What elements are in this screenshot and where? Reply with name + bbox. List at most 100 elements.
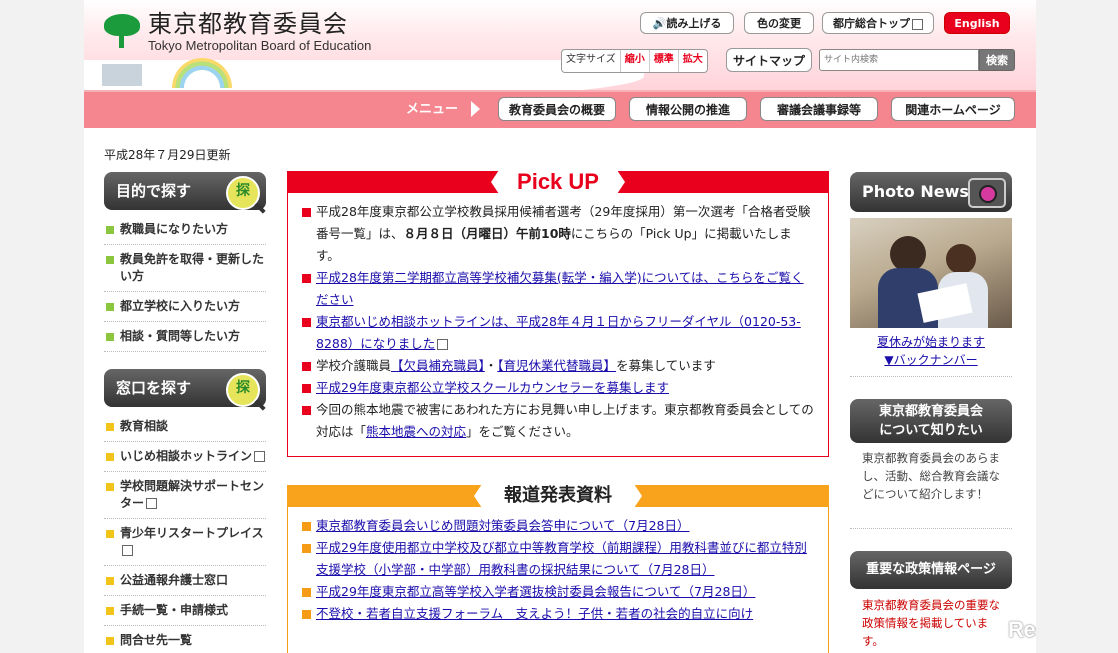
divider <box>850 528 1012 529</box>
list-item: 平成29年度東京都公立学校スクールカウンセラーを募集します <box>300 377 815 399</box>
external-link-icon <box>146 498 158 509</box>
resemom-watermark: ReseMom <box>1008 617 1036 642</box>
photo-news-title: Photo News <box>862 182 969 201</box>
list-item[interactable]: 相談・質問等したい方 <box>104 322 266 352</box>
press-list: 東京都教育委員会いじめ問題対策委員会答申について（7月28日） 平成29年度使用… <box>300 515 815 625</box>
site-search: 検索 <box>819 49 1015 71</box>
divider <box>850 376 1012 377</box>
rainbow-icon <box>172 58 232 88</box>
pickup-box: Pick UP 平成28年度東京都公立学校教員採用候補者選考（29年度採用）第一… <box>287 167 829 457</box>
site-header: 東京都教育委員会 Tokyo Metropolitan Board of Edu… <box>84 0 1036 100</box>
font-size-label: 文字サイズ <box>566 54 616 65</box>
purpose-search-heading: 目的で探す 探 <box>104 172 266 214</box>
magnifier-handle <box>254 202 266 214</box>
list-item: 平成28年度第二学期都立高等学校補欠募集(転学・編入学)については、こちらをご覧… <box>300 267 815 311</box>
back-number-label: ▼バックナンバー <box>884 353 978 367</box>
list-item: 平成29年度使用都立中学校及び都立中等教育学校（前期課程）用教科書並びに都立特別… <box>300 537 815 581</box>
external-link-icon <box>122 545 133 556</box>
building-icon <box>102 64 142 86</box>
pickup-link-childcare[interactable]: 【育児休業代替職員】 <box>497 358 616 373</box>
photo-caption-link[interactable]: 夏休みが始まります <box>850 333 1012 351</box>
purpose-list: 教職員になりたい方 教員免許を取得・更新したい方 都立学校に入りたい方 相談・質… <box>104 215 266 352</box>
list-item[interactable]: 青少年リスタートプレイス <box>104 519 266 566</box>
list-item-label: 学校問題解決サポートセンター <box>120 479 265 510</box>
photo-caption-label: 夏休みが始まります <box>876 335 985 349</box>
list-item[interactable]: 教員免許を取得・更新したい方 <box>104 245 266 292</box>
read-aloud-label: 読み上げる <box>666 17 722 30</box>
camera-icon <box>968 178 1006 208</box>
tocho-top-button[interactable]: 都庁総合トップ <box>822 12 934 34</box>
pickup-link-counselor[interactable]: 平成29年度東京都公立学校スクールカウンセラーを募集します <box>316 380 669 395</box>
window-search-heading: 窓口を探す 探 <box>104 369 266 411</box>
press-link[interactable]: 平成29年度東京都立高等学校入学者選抜検討委員会報告について（7月28日） <box>316 584 755 599</box>
external-link-icon <box>254 451 266 462</box>
policy-info-text: 東京都教育委員会の重要な政策情報を掲載しています。 <box>862 598 1000 648</box>
nav-menu-label: メニュー <box>406 102 459 117</box>
search-button[interactable]: 検索 <box>979 49 1015 71</box>
list-item-label: 青少年リスタートプレイス <box>120 526 264 540</box>
list-item[interactable]: 教育相談 <box>104 412 266 442</box>
main-nav: メニュー 教育委員会の概要 情報公開の推進 審議会議事録等 関連ホームページ <box>84 90 1036 128</box>
photo-news-image[interactable] <box>850 218 1012 328</box>
list-item: 東京都いじめ相談ホットラインは、平成28年４月１日からフリーダイヤル（0120-… <box>300 311 815 355</box>
search-input[interactable] <box>819 49 979 71</box>
nav-item-minutes[interactable]: 審議会議事録等 <box>760 97 878 121</box>
about-board-title-2: について知りたい <box>879 423 983 438</box>
logo-en: Tokyo Metropolitan Board of Education <box>148 38 372 53</box>
list-item[interactable]: 公益通報弁護士窓口 <box>104 566 266 596</box>
about-board-button[interactable]: 東京都教育委員会 について知りたい <box>850 399 1012 443</box>
ginkgo-logo-icon <box>102 10 142 50</box>
pickup-text: を募集しています <box>616 358 716 373</box>
list-item[interactable]: 教職員になりたい方 <box>104 215 266 245</box>
english-button[interactable]: English <box>944 12 1010 34</box>
color-change-button[interactable]: 色の変更 <box>744 12 814 34</box>
list-item: 不登校・若者自立支援フォーラム 支えよう！子供・若者の社会的自立に向け <box>300 603 815 625</box>
press-link[interactable]: 平成29年度使用都立中学校及び都立中等教育学校（前期課程）用教科書並びに都立特別… <box>316 540 807 577</box>
font-size-large-button[interactable]: 拡大 <box>677 50 707 72</box>
site-logo[interactable]: 東京都教育委員会 Tokyo Metropolitan Board of Edu… <box>102 10 371 54</box>
window-search-title: 窓口を探す <box>116 379 192 397</box>
font-size-controls: 文字サイズ 縮小 標準 拡大 <box>561 49 708 73</box>
speaker-icon: 🔊 <box>652 17 667 30</box>
policy-info-button[interactable]: 重要な政策情報ページ <box>850 551 1012 589</box>
list-item[interactable]: いじめ相談ホットライン <box>104 442 266 472</box>
read-aloud-button[interactable]: 🔊読み上げる <box>640 12 734 34</box>
pickup-title: Pick UP <box>491 167 625 197</box>
font-size-standard-button[interactable]: 標準 <box>648 50 678 72</box>
list-item[interactable]: 都立学校に入りたい方 <box>104 292 266 322</box>
pickup-link-hotline[interactable]: 東京都いじめ相談ホットラインは、平成28年４月１日からフリーダイヤル（0120-… <box>316 314 801 351</box>
nav-item-related[interactable]: 関連ホームページ <box>891 97 1015 121</box>
list-item: 今回の熊本地震で被害にあわれた方にお見舞い申し上げます。東京都教育委員会としての… <box>300 399 815 443</box>
about-board-title-1: 東京都教育委員会 <box>878 404 983 419</box>
pickup-bold-date: ８月８日（月曜日）午前10時 <box>403 226 571 241</box>
list-item[interactable]: 学校問題解決サポートセンター <box>104 472 266 519</box>
list-item-label: いじめ相談ホットライン <box>120 449 253 463</box>
font-size-small-button[interactable]: 縮小 <box>619 50 649 72</box>
list-item[interactable]: 手続一覧・申請様式 <box>104 596 266 626</box>
external-link-icon <box>912 18 923 30</box>
nav-item-disclosure[interactable]: 情報公開の推進 <box>629 97 747 121</box>
back-number-link[interactable]: ▼バックナンバー <box>850 351 1012 369</box>
logo-jp: 東京都教育委員会 <box>148 10 348 38</box>
magnifier-handle <box>254 399 266 411</box>
list-item[interactable]: 問合せ先一覧 <box>104 626 266 653</box>
pickup-text: ・ <box>484 358 498 373</box>
list-item: 学校介護職員【欠員補充職員】・【育児休業代替職員】を募集しています <box>300 355 815 377</box>
press-title: 報道発表資料 <box>474 481 642 511</box>
about-board-text: 東京都教育委員会のあらまし、活動、総合教育会議などについて紹介します！ <box>862 451 1000 501</box>
header-illustration <box>102 58 292 88</box>
page: 東京都教育委員会 Tokyo Metropolitan Board of Edu… <box>84 0 1036 653</box>
nav-arrow-icon <box>471 101 480 117</box>
tocho-top-label: 都庁総合トップ <box>833 17 910 30</box>
pickup-link-kumamoto[interactable]: 熊本地震への対応 <box>366 424 466 439</box>
pickup-link-vacancy[interactable]: 【欠員補充職員】 <box>391 358 485 373</box>
sitemap-button[interactable]: サイトマップ <box>726 48 812 72</box>
press-link[interactable]: 不登校・若者自立支援フォーラム 支えよう！子供・若者の社会的自立に向け <box>316 606 753 621</box>
nav-item-overview[interactable]: 教育委員会の概要 <box>498 97 616 121</box>
updated-date: 平成28年７月29日更新 <box>104 148 231 162</box>
logo-text: 東京都教育委員会 Tokyo Metropolitan Board of Edu… <box>148 10 371 54</box>
pickup-link-transfer[interactable]: 平成28年度第二学期都立高等学校補欠募集(転学・編入学)については、こちらをご覧… <box>316 270 804 307</box>
external-link-icon <box>437 339 449 350</box>
press-link[interactable]: 東京都教育委員会いじめ問題対策委員会答申について（7月28日） <box>316 518 690 533</box>
pickup-text: 」をご覧ください。 <box>466 424 579 439</box>
